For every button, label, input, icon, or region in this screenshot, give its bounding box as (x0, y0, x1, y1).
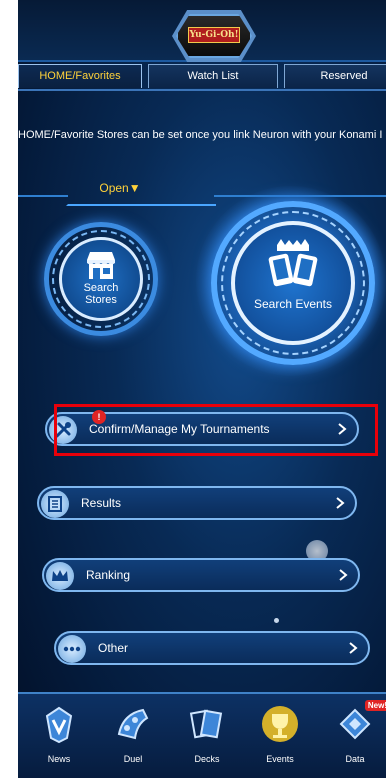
nav-decks[interactable]: Decks (170, 696, 244, 776)
decks-icon (189, 709, 223, 739)
open-toggle[interactable]: Open▼ (90, 180, 150, 196)
new-badge: New! (364, 700, 386, 711)
tab-watch-list[interactable]: Watch List (148, 64, 278, 88)
tab-reserved[interactable]: Reserved (284, 64, 386, 88)
search-stores-button[interactable]: Search Stores (59, 237, 143, 321)
tab-bar: HOME/Favorites Watch List Reserved (18, 64, 386, 90)
results-button[interactable]: Results (37, 486, 357, 520)
tab-home-favorites[interactable]: HOME/Favorites (18, 64, 142, 88)
link-notice: HOME/Favorite Stores can be set once you… (18, 129, 383, 141)
search-events-label: Search Events (253, 297, 333, 311)
nav-news-label: News (47, 754, 71, 764)
search-events-button[interactable]: Search Events (231, 221, 355, 345)
nav-duel[interactable]: Duel (96, 696, 170, 776)
tab-divider (18, 89, 386, 91)
cards-icon (268, 239, 318, 287)
chevron-right-icon (339, 569, 348, 581)
crown-icon (46, 562, 74, 590)
chevron-right-icon (336, 497, 345, 509)
nav-data-label: Data (345, 754, 365, 764)
ellipsis-icon (58, 635, 86, 663)
nav-decks-label: Decks (194, 754, 220, 764)
news-icon (45, 706, 73, 744)
decor-dot (274, 618, 279, 623)
chevron-right-icon (349, 642, 358, 654)
results-label: Results (81, 496, 122, 510)
nav-events[interactable]: Events (243, 696, 317, 776)
app-logo: Yu-Gi-Oh! (188, 27, 240, 43)
other-button[interactable]: Other (54, 631, 370, 665)
app-frame: Yu-Gi-Oh! HOME/Favorites Watch List Rese… (18, 0, 386, 778)
duel-icon (117, 708, 149, 740)
highlight-box (54, 404, 378, 456)
ranking-label: Ranking (86, 568, 131, 582)
store-icon (87, 252, 115, 279)
bottom-nav: News Duel Decks Events Data New! (18, 692, 386, 778)
search-stores-label-2: Stores (85, 294, 117, 306)
nav-data[interactable]: Data New! (318, 696, 386, 776)
header-bar: Yu-Gi-Oh! (18, 0, 386, 62)
other-label: Other (98, 641, 129, 655)
nav-events-label: Events (266, 754, 294, 764)
list-icon (41, 490, 69, 518)
events-icon (262, 706, 298, 742)
nav-news[interactable]: News (22, 696, 96, 776)
nav-duel-label: Duel (123, 754, 143, 764)
ranking-button[interactable]: Ranking (42, 558, 360, 592)
search-stores-label-1: Search (83, 282, 119, 294)
